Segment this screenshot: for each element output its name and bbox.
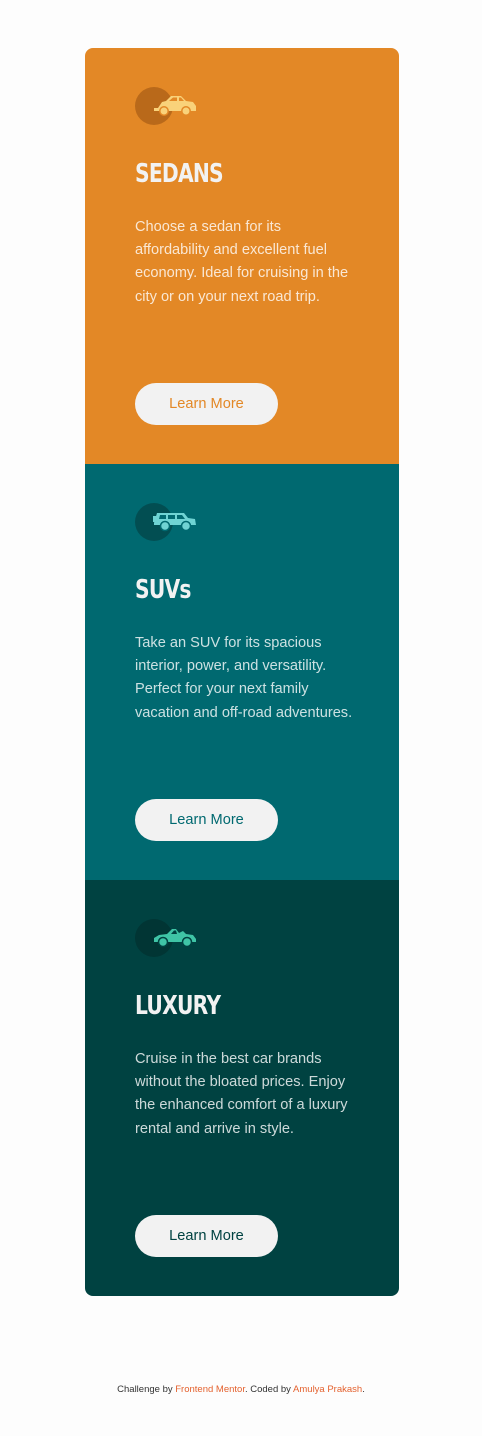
sedan-car-icon [135, 87, 199, 127]
learn-more-button[interactable]: Learn More [135, 383, 278, 425]
card-description: Choose a sedan for its affordability and… [135, 219, 349, 305]
suv-car-icon [135, 503, 199, 543]
attribution-footer: Challenge by Frontend Mentor. Coded by A… [0, 1384, 482, 1395]
frontend-mentor-link[interactable]: Frontend Mentor [175, 1384, 245, 1395]
card-description: Take an SUV for its spacious interior, p… [135, 635, 353, 721]
attribution-prefix: Challenge by [117, 1384, 176, 1395]
card-title: SUVs [135, 575, 192, 605]
attribution-middle: . Coded by [244, 1384, 294, 1395]
attribution-suffix: . [362, 1384, 365, 1395]
suvs-card: SUVs Take an SUV for its spacious interi… [85, 464, 399, 880]
luxury-card: Luxury Cruise in the best car brands wit… [85, 880, 399, 1296]
luxury-car-icon [135, 919, 199, 959]
card-description: Cruise in the best car brands without th… [135, 1051, 348, 1137]
author-link[interactable]: Amulya Prakash [293, 1384, 362, 1395]
car-cards-container: Sedans Choose a sedan for its affordabil… [85, 48, 399, 1296]
sedans-card: Sedans Choose a sedan for its affordabil… [85, 48, 399, 464]
learn-more-button[interactable]: Learn More [135, 1215, 278, 1257]
learn-more-button[interactable]: Learn More [135, 799, 278, 841]
card-title: Luxury [135, 991, 221, 1021]
card-title: Sedans [135, 159, 224, 189]
